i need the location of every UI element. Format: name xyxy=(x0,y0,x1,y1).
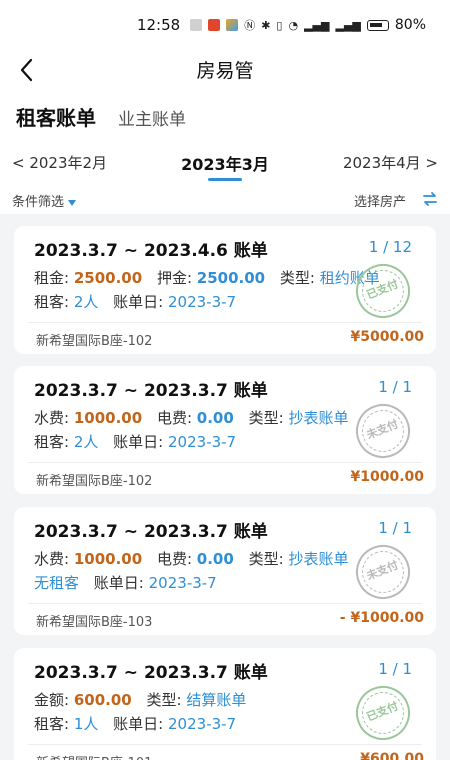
bill-date-value: 2023-3-7 xyxy=(168,715,237,733)
bill-date-value: 2023-3-7 xyxy=(148,574,217,592)
bill-date-value: 2023-3-7 xyxy=(168,293,237,311)
bill-date-value: 2023-3-7 xyxy=(168,433,237,451)
signal-icon: ▂▄▆ xyxy=(335,18,361,32)
bill-page-count: 1 / 1 xyxy=(378,519,412,537)
paid-stamp: 已支付 xyxy=(347,677,419,749)
type-label: 类型: xyxy=(248,550,284,568)
status-bar: 12:58 Ⓝ ✱ ▯ ◔ ▂▄▆ ▂▄▆ 80% xyxy=(0,0,450,50)
electric-fee-value: 0.00 xyxy=(196,550,234,568)
type-value: 抄表账单 xyxy=(288,550,349,568)
tenant-label: 租客: xyxy=(34,715,70,733)
no-tenant-label: 无租客 xyxy=(34,574,80,592)
filter-bar: 条件筛选 选择房产 xyxy=(0,184,450,214)
month-selector: < 2023年2月 2023年3月 2023年4月 > xyxy=(0,140,450,184)
app-icon xyxy=(226,19,239,31)
tenant-value: 2人 xyxy=(73,293,99,311)
electric-fee-label: 电费: xyxy=(156,409,193,427)
bill-period: 2023.3.7 ~ 2023.3.7 账单 xyxy=(34,663,268,683)
bill-card[interactable]: 2023.3.7 ~ 2023.3.7 账单 1 / 1 水费: 1000.00… xyxy=(14,507,436,635)
electric-fee-value: 0.00 xyxy=(196,409,234,427)
taobao-icon xyxy=(208,19,221,31)
type-label: 类型: xyxy=(279,269,315,287)
rent-label: 租金: xyxy=(34,269,70,287)
wifi-icon: ◔ xyxy=(288,18,299,32)
caret-down-icon xyxy=(68,199,77,206)
amount-value: 600.00 xyxy=(73,691,132,709)
divider xyxy=(28,603,422,604)
deposit-label: 押金: xyxy=(156,269,193,287)
next-month-button[interactable]: 2023年4月 > xyxy=(343,152,438,173)
tab-owner-bills[interactable]: 业主账单 xyxy=(118,105,186,130)
tenant-label: 租客: xyxy=(34,433,70,451)
bill-amount: ¥600.00 xyxy=(360,751,424,760)
nfc-icon: Ⓝ xyxy=(244,19,256,32)
page-title: 房易管 xyxy=(196,60,254,82)
property-address: 新希望国际B座-102 xyxy=(36,474,153,489)
signal-icon: ▂▄▆ xyxy=(304,18,330,32)
bill-amount: - ¥1000.00 xyxy=(339,610,424,626)
tenant-value: 2人 xyxy=(73,433,99,451)
type-label: 类型: xyxy=(248,409,284,427)
type-value: 结算账单 xyxy=(186,691,247,709)
bill-page-count: 1 / 12 xyxy=(368,238,412,256)
bill-detail-row: 租客: 2人 账单日: 2023-3-7 xyxy=(34,431,236,452)
water-fee-value: 1000.00 xyxy=(73,409,143,427)
bill-page-count: 1 / 1 xyxy=(378,660,412,678)
divider xyxy=(28,744,422,745)
bill-card[interactable]: 2023.3.7 ~ 2023.3.7 账单 1 / 1 水费: 1000.00… xyxy=(14,366,436,494)
type-value: 抄表账单 xyxy=(288,409,349,427)
type-label: 类型: xyxy=(146,691,182,709)
bill-detail-row: 租客: 2人 账单日: 2023-3-7 xyxy=(34,291,236,312)
water-fee-label: 水费: xyxy=(34,550,70,568)
tenant-value: 1人 xyxy=(73,715,99,733)
bill-detail-row: 水费: 1000.00 电费: 0.00 类型: 抄表账单 xyxy=(34,548,348,569)
bill-period: 2023.3.7 ~ 2023.3.7 账单 xyxy=(34,522,268,542)
condition-filter-button[interactable]: 条件筛选 xyxy=(12,191,77,210)
water-fee-label: 水费: xyxy=(34,409,70,427)
battery-icon xyxy=(366,19,389,31)
amount-label: 金额: xyxy=(34,691,70,709)
rent-value: 2500.00 xyxy=(73,269,143,287)
bill-detail-row: 租客: 1人 账单日: 2023-3-7 xyxy=(34,713,236,734)
bill-period: 2023.3.7 ~ 2023.3.7 账单 xyxy=(34,381,268,401)
bill-tabs: 租客账单 业主账单 xyxy=(0,90,450,140)
battery-level: 80% xyxy=(394,17,426,33)
bill-date-label: 账单日: xyxy=(113,293,164,311)
vibrate-icon: ▯ xyxy=(276,18,283,32)
bill-detail-row: 金额: 600.00 类型: 结算账单 xyxy=(34,689,246,710)
deposit-value: 2500.00 xyxy=(196,269,266,287)
bill-amount: ¥1000.00 xyxy=(350,469,424,485)
divider xyxy=(28,462,422,463)
bill-page-count: 1 / 1 xyxy=(378,378,412,396)
bill-card[interactable]: 2023.3.7 ~ 2023.3.7 账单 1 / 1 金额: 600.00 … xyxy=(14,648,436,760)
swap-icon[interactable] xyxy=(422,191,438,207)
bill-detail-row: 无租客 账单日: 2023-3-7 xyxy=(34,572,217,593)
bluetooth-icon: ✱ xyxy=(261,18,271,32)
unpaid-stamp: 未支付 xyxy=(347,395,419,467)
select-property-label[interactable]: 选择房产 xyxy=(354,191,406,210)
status-time: 12:58 xyxy=(136,16,181,34)
tenant-label: 租客: xyxy=(34,293,70,311)
unpaid-stamp: 未支付 xyxy=(347,536,419,608)
property-address: 新希望国际B座-103 xyxy=(36,615,153,630)
tab-tenant-bills[interactable]: 租客账单 xyxy=(16,102,96,131)
bill-date-label: 账单日: xyxy=(113,433,164,451)
condition-filter-label: 条件筛选 xyxy=(12,195,65,210)
electric-fee-label: 电费: xyxy=(156,550,193,568)
bill-date-label: 账单日: xyxy=(113,715,164,733)
bill-detail-row: 租金: 2500.00 押金: 2500.00 类型: 租约账单 xyxy=(34,267,380,288)
bill-date-label: 账单日: xyxy=(93,574,144,592)
divider xyxy=(28,322,422,323)
bill-period: 2023.3.7 ~ 2023.4.6 账单 xyxy=(34,241,268,261)
nav-bar: 房易管 xyxy=(0,50,450,90)
bill-amount: ¥5000.00 xyxy=(350,329,424,345)
bill-detail-row: 水费: 1000.00 电费: 0.00 类型: 抄表账单 xyxy=(34,407,348,428)
bill-card[interactable]: 2023.3.7 ~ 2023.4.6 账单 1 / 12 租金: 2500.0… xyxy=(14,226,436,354)
property-address: 新希望国际B座-101 xyxy=(36,752,152,760)
app-icon xyxy=(190,19,203,31)
current-month-indicator xyxy=(208,178,242,181)
property-address: 新希望国际B座-102 xyxy=(36,334,153,349)
water-fee-value: 1000.00 xyxy=(73,550,143,568)
